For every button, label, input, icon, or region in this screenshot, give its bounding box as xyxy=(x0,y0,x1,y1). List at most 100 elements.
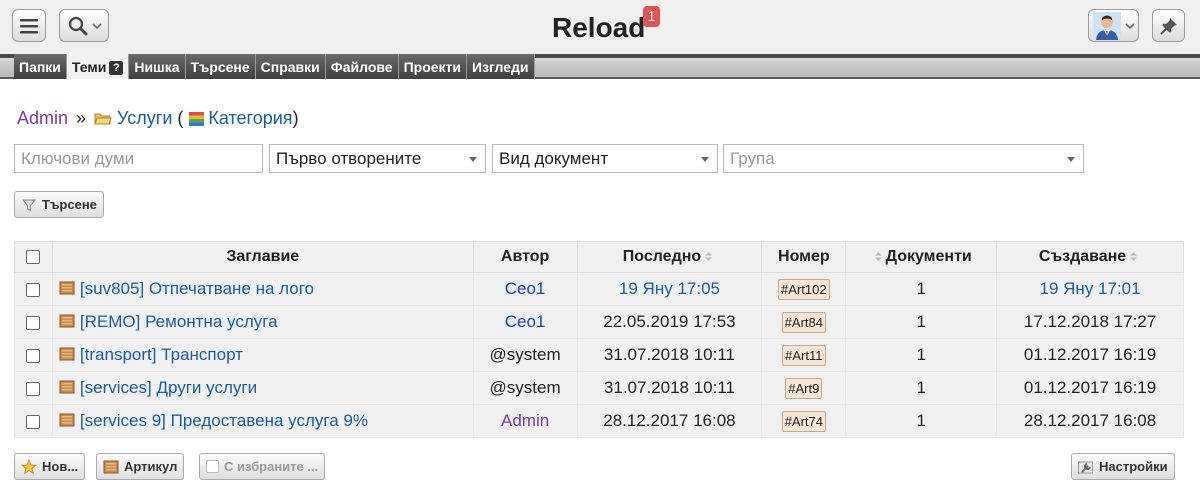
settings-button-label: Настройки xyxy=(1099,459,1168,474)
doc-type-select[interactable]: Вид документ xyxy=(492,144,718,173)
tab-projects[interactable]: Проекти xyxy=(398,54,468,79)
col-number[interactable]: Номер xyxy=(761,241,847,273)
sort-icon xyxy=(705,252,713,261)
dropdown-arrow-icon xyxy=(701,157,709,162)
order-select[interactable]: Първо отворените xyxy=(269,144,486,173)
with-selected-button[interactable]: С избраните ... xyxy=(199,453,326,480)
user-menu-button[interactable] xyxy=(1088,9,1139,42)
order-value: Първо отворените xyxy=(276,149,422,168)
app-title[interactable]: Reload xyxy=(552,12,645,44)
number-cell: #Art84 xyxy=(761,305,847,339)
author-link[interactable]: Ceo1 xyxy=(505,312,546,331)
select-all-header[interactable] xyxy=(14,241,53,273)
number-cell: #Art9 xyxy=(761,371,847,405)
number-tag[interactable]: #Art11 xyxy=(782,344,826,366)
col-documents[interactable]: Документи xyxy=(845,241,998,273)
documents-cell: 1 xyxy=(845,338,998,372)
col-title[interactable]: Заглавие xyxy=(51,241,474,273)
folder-icon xyxy=(94,113,112,124)
author-cell: Ceo1 xyxy=(472,305,578,339)
new-button[interactable]: Нов... xyxy=(14,453,86,480)
sort-icon xyxy=(1130,252,1138,261)
number-tag[interactable]: #Art102 xyxy=(778,278,830,300)
article-button[interactable]: Артикул xyxy=(96,453,185,480)
documents-cell: 1 xyxy=(845,305,998,339)
breadcrumb-category[interactable]: Категория xyxy=(208,108,292,129)
number-tag[interactable]: #Art74 xyxy=(781,410,826,432)
keywords-input[interactable]: Ключови думи xyxy=(14,144,263,173)
created-cell: 17.12.2018 17:27 xyxy=(996,305,1184,339)
topic-link[interactable]: [suv805] Отпечатване на лого xyxy=(80,279,314,298)
notification-badge[interactable]: 1 xyxy=(643,6,660,27)
number-tag[interactable]: #Art9 xyxy=(785,377,823,399)
article-icon xyxy=(59,380,75,394)
last-date: 19 Яну 17:05 xyxy=(618,279,720,298)
title-cell: [services] Други услуги xyxy=(51,371,474,405)
tab-reports[interactable]: Справки xyxy=(255,54,326,79)
col-documents-label: Документи xyxy=(885,248,972,265)
group-placeholder: Група xyxy=(730,149,775,168)
table-row: [services] Други услуги @system 31.07.20… xyxy=(14,371,1184,405)
last-cell: 22.05.2019 17:53 xyxy=(576,305,763,339)
table-header-row: Заглавие Автор Последно Номер Документи … xyxy=(14,241,1184,273)
topic-link[interactable]: [services] Други услуги xyxy=(80,378,257,397)
row-checkbox[interactable] xyxy=(26,381,41,396)
pin-button[interactable] xyxy=(1152,9,1185,42)
tab-topics[interactable]: Теми? xyxy=(66,54,130,79)
tab-folders[interactable]: Папки xyxy=(14,54,67,79)
tab-files[interactable]: Файлове xyxy=(325,54,399,79)
last-cell: 19 Яну 17:05 xyxy=(576,272,763,306)
avatar xyxy=(1092,11,1121,40)
number-cell: #Art74 xyxy=(761,404,847,438)
article-icon xyxy=(59,314,75,328)
author-cell: @system xyxy=(472,371,578,405)
number-tag[interactable]: #Art84 xyxy=(781,311,826,333)
author-cell: @system xyxy=(472,338,578,372)
magnifier-icon xyxy=(68,16,87,35)
breadcrumb-folder[interactable]: Услуги xyxy=(117,108,172,129)
search-button[interactable]: Търсене xyxy=(14,191,104,218)
topic-link[interactable]: [services 9] Предоставена услуга 9% xyxy=(80,411,368,430)
tab-topics-label: Теми xyxy=(71,59,107,75)
col-author[interactable]: Автор xyxy=(472,241,578,273)
row-checkbox[interactable] xyxy=(26,282,41,297)
created-cell: 28.12.2017 16:08 xyxy=(996,404,1184,438)
main-menu-button[interactable] xyxy=(12,9,46,42)
table-row: [REMO] Ремонтна услуга Ceo1 22.05.2019 1… xyxy=(14,305,1184,339)
tab-thread[interactable]: Нишка xyxy=(129,54,186,79)
author-link[interactable]: Ceo1 xyxy=(505,279,546,298)
table-row: [suv805] Отпечатване на лого Ceo1 19 Яну… xyxy=(14,272,1184,306)
tab-views[interactable]: Изгледи xyxy=(467,54,535,79)
tab-search[interactable]: Търсене xyxy=(185,54,256,79)
created-cell: 01.12.2017 16:19 xyxy=(996,371,1184,405)
top-bar: Reload 1 xyxy=(0,0,1200,54)
table-row: [transport] Транспорт @system 31.07.2018… xyxy=(14,338,1184,372)
breadcrumb: Admin » Услуги ( Категория ) xyxy=(17,108,299,129)
help-icon[interactable]: ? xyxy=(109,61,124,75)
breadcrumb-close-paren: ) xyxy=(292,108,299,128)
title-cell: [transport] Транспорт xyxy=(51,338,474,372)
group-select[interactable]: Група xyxy=(723,144,1084,173)
table-row: [services 9] Предоставена услуга 9% Admi… xyxy=(14,404,1184,438)
settings-button[interactable]: Настройки xyxy=(1071,453,1175,480)
select-all-checkbox[interactable] xyxy=(26,249,41,264)
author-link[interactable]: Admin xyxy=(501,411,549,430)
created-cell: 01.12.2017 16:19 xyxy=(996,338,1184,372)
documents-cell: 1 xyxy=(845,272,998,306)
col-created[interactable]: Създаване xyxy=(996,241,1184,273)
star-icon xyxy=(21,458,37,474)
row-checkbox[interactable] xyxy=(26,315,41,330)
topic-link[interactable]: [REMO] Ремонтна услуга xyxy=(80,312,278,331)
row-checkbox[interactable] xyxy=(26,414,41,429)
sort-icon xyxy=(874,252,882,261)
row-checkbox[interactable] xyxy=(26,348,41,363)
quick-search-button[interactable] xyxy=(59,9,109,42)
breadcrumb-separator: » xyxy=(76,108,87,128)
row-select-cell xyxy=(14,404,53,438)
topic-link[interactable]: [transport] Транспорт xyxy=(80,345,243,364)
row-select-cell xyxy=(14,272,53,306)
dropdown-arrow-icon xyxy=(469,157,477,162)
breadcrumb-admin[interactable]: Admin xyxy=(17,108,68,129)
col-last[interactable]: Последно xyxy=(576,241,763,273)
documents-cell: 1 xyxy=(845,371,998,405)
